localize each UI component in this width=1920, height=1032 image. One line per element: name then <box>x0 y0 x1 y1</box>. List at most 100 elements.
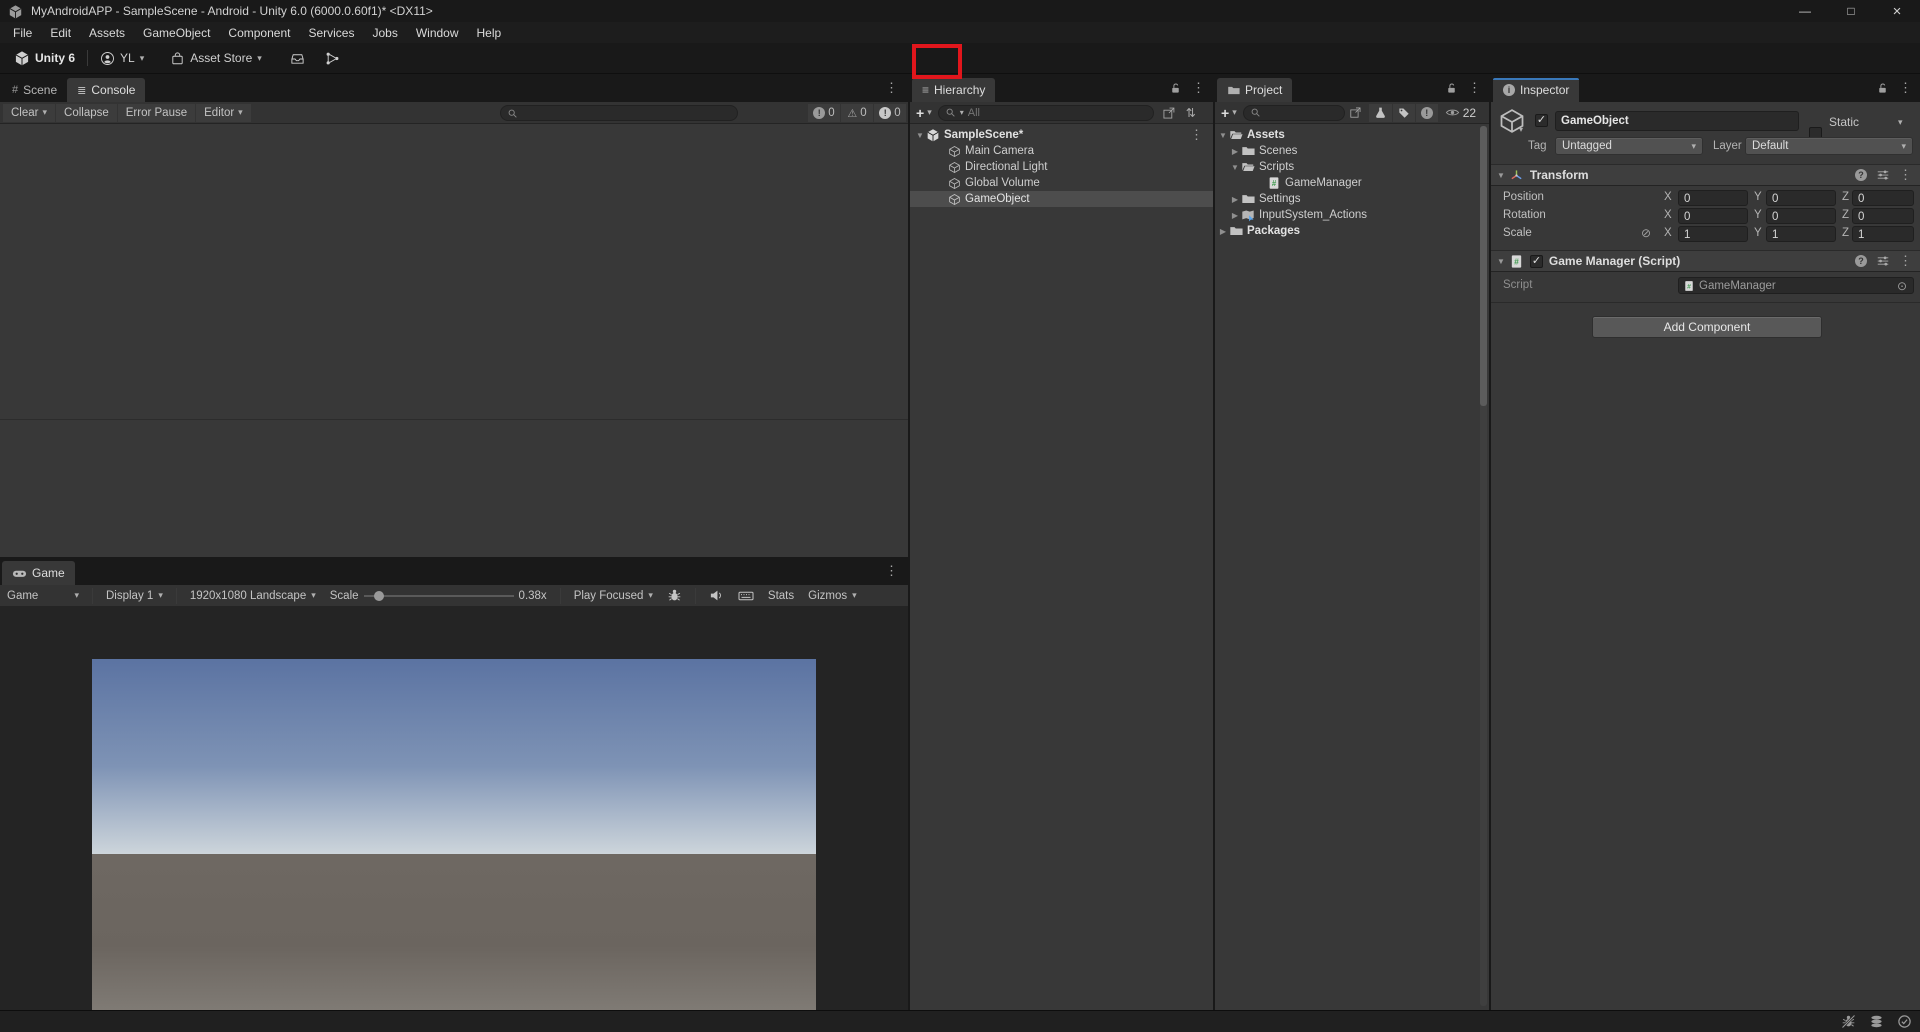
cache-server-icon[interactable] <box>1869 1014 1884 1029</box>
search-by-label-button[interactable] <box>1393 104 1415 122</box>
error-count-badge[interactable]: ! 0 <box>874 104 906 122</box>
warning-count-badge[interactable]: ⚠ 0 <box>841 104 873 122</box>
presets-icon[interactable] <box>1876 168 1890 182</box>
collapse-button[interactable]: Collapse <box>56 104 117 122</box>
foldout-closed-icon[interactable]: ▶ <box>1217 227 1229 236</box>
maximize-button[interactable]: □ <box>1828 0 1874 22</box>
hierarchy-item-main-camera[interactable]: Main Camera <box>910 143 1213 159</box>
project-search[interactable] <box>1243 105 1345 121</box>
tab-hierarchy[interactable]: ≡ Hierarchy <box>912 78 995 102</box>
component-menu-icon[interactable]: ⋮ <box>1899 253 1912 269</box>
minimize-button[interactable]: — <box>1782 0 1828 22</box>
chevron-down-icon[interactable]: ▾ <box>1898 117 1903 128</box>
lock-icon[interactable] <box>1169 82 1182 95</box>
menu-file[interactable]: File <box>4 24 41 42</box>
transform-header[interactable]: ▼ Transform ? ⋮ <box>1491 164 1920 186</box>
hierarchy-item-gameobject[interactable]: GameObject <box>910 191 1213 207</box>
debug-toggle-button[interactable] <box>660 585 689 607</box>
rotation-x-input[interactable] <box>1679 210 1747 224</box>
console-search-input[interactable] <box>522 107 731 119</box>
gameobject-name-input[interactable] <box>1556 112 1798 130</box>
hierarchy-item-directional-light[interactable]: Directional Light <box>910 159 1213 175</box>
position-z-field[interactable] <box>1852 190 1914 206</box>
menu-gameobject[interactable]: GameObject <box>134 24 219 42</box>
close-button[interactable]: × <box>1874 0 1920 22</box>
scene-row[interactable]: ▼ SampleScene* ⋮ <box>910 127 1213 143</box>
menu-jobs[interactable]: Jobs <box>363 24 406 42</box>
tab-scene[interactable]: # Scene <box>2 78 67 102</box>
project-item-settings[interactable]: ▶ Settings <box>1215 191 1479 207</box>
clear-button[interactable]: Clear ▾ <box>3 104 55 122</box>
foldout-closed-icon[interactable]: ▶ <box>1229 195 1241 204</box>
help-icon[interactable]: ? <box>1855 255 1867 267</box>
position-z-input[interactable] <box>1853 192 1913 206</box>
game-view-dropdown[interactable]: Game ▾ <box>0 585 86 607</box>
menu-help[interactable]: Help <box>468 24 511 42</box>
scale-y-field[interactable] <box>1766 226 1836 242</box>
rotation-y-input[interactable] <box>1767 210 1835 224</box>
search-by-type-button[interactable] <box>1369 104 1392 122</box>
menu-edit[interactable]: Edit <box>41 24 80 42</box>
hierarchy-item-global-volume[interactable]: Global Volume <box>910 175 1213 191</box>
foldout-open-icon[interactable]: ▼ <box>914 131 926 140</box>
open-new-window-icon[interactable] <box>1162 106 1176 120</box>
presets-icon[interactable] <box>1876 254 1890 268</box>
panel-menu-icon[interactable]: ⋮ <box>885 563 898 579</box>
active-checkbox[interactable]: ✓ <box>1535 114 1548 127</box>
resolution-dropdown[interactable]: 1920x1080 Landscape ▾ <box>183 585 323 607</box>
foldout-open-icon[interactable]: ▼ <box>1497 257 1505 266</box>
mute-audio-button[interactable] <box>702 585 731 607</box>
panel-menu-icon[interactable]: ⋮ <box>885 80 898 96</box>
panel-menu-icon[interactable]: ⋮ <box>1899 80 1912 96</box>
foldout-open-icon[interactable]: ▼ <box>1229 163 1241 172</box>
error-pause-button[interactable]: Error Pause <box>118 104 195 122</box>
script-reference-field[interactable]: GameManager ⊙ <box>1678 277 1914 294</box>
scale-z-field[interactable] <box>1852 226 1914 242</box>
foldout-open-icon[interactable]: ▼ <box>1217 131 1229 140</box>
project-scrollbar-track[interactable] <box>1480 126 1487 1006</box>
display-dropdown[interactable]: Display 1 ▾ <box>99 585 170 607</box>
tab-project[interactable]: Project <box>1217 78 1292 102</box>
progress-check-icon[interactable] <box>1897 1014 1912 1029</box>
hierarchy-search[interactable]: ▾ <box>938 105 1154 121</box>
position-y-field[interactable] <box>1766 190 1836 206</box>
tab-game[interactable]: Game <box>2 561 75 585</box>
gameobject-name-field[interactable] <box>1555 111 1799 131</box>
project-scrollbar-thumb[interactable] <box>1480 126 1487 406</box>
foldout-closed-icon[interactable]: ▶ <box>1229 211 1241 220</box>
unity-version-chip[interactable]: Unity 6 <box>8 47 81 69</box>
component-enabled-checkbox[interactable]: ✓ <box>1530 255 1543 268</box>
help-icon[interactable]: ? <box>1855 169 1867 181</box>
menu-services[interactable]: Services <box>299 24 363 42</box>
chevron-down-icon[interactable]: ▾ <box>1519 125 1523 134</box>
foldout-open-icon[interactable]: ▼ <box>1497 171 1505 180</box>
scale-z-input[interactable] <box>1853 228 1913 242</box>
rotation-y-field[interactable] <box>1766 208 1836 224</box>
visible-packages-toggle[interactable]: 22 <box>1445 105 1476 120</box>
scale-x-input[interactable] <box>1679 228 1747 242</box>
rotation-z-input[interactable] <box>1853 210 1913 224</box>
project-item-packages[interactable]: ▶ Packages <box>1215 223 1479 239</box>
scale-x-field[interactable] <box>1678 226 1748 242</box>
asset-store-dropdown[interactable]: Asset Store ▾ <box>164 48 268 69</box>
version-control-button[interactable] <box>319 48 346 69</box>
hierarchy-search-input[interactable] <box>968 107 1147 119</box>
tab-inspector[interactable]: i Inspector <box>1493 78 1579 102</box>
position-x-input[interactable] <box>1679 192 1747 206</box>
rotation-x-field[interactable] <box>1678 208 1748 224</box>
lock-icon[interactable] <box>1445 82 1458 95</box>
info-count-badge[interactable]: ! 0 <box>808 104 840 122</box>
object-picker-icon[interactable]: ⊙ <box>1895 279 1909 293</box>
project-item-assets[interactable]: ▼ Assets <box>1215 127 1479 143</box>
tag-dropdown[interactable]: Untagged ▾ <box>1555 137 1703 155</box>
add-component-button[interactable]: Add Component <box>1592 316 1822 338</box>
on-screen-keyboard-button[interactable] <box>731 585 761 607</box>
search-by-importance-button[interactable]: ! <box>1416 104 1438 122</box>
menu-window[interactable]: Window <box>407 24 468 42</box>
create-dropdown[interactable]: + ▾ <box>910 105 938 121</box>
editor-dropdown[interactable]: Editor ▾ <box>196 104 251 122</box>
project-item-scenes[interactable]: ▶ Scenes <box>1215 143 1479 159</box>
project-item-gamemanager[interactable]: GameManager <box>1215 175 1479 191</box>
game-manager-header[interactable]: ▼ ✓ Game Manager (Script) ? ⋮ <box>1491 250 1920 272</box>
project-item-scripts[interactable]: ▼ Scripts <box>1215 159 1479 175</box>
